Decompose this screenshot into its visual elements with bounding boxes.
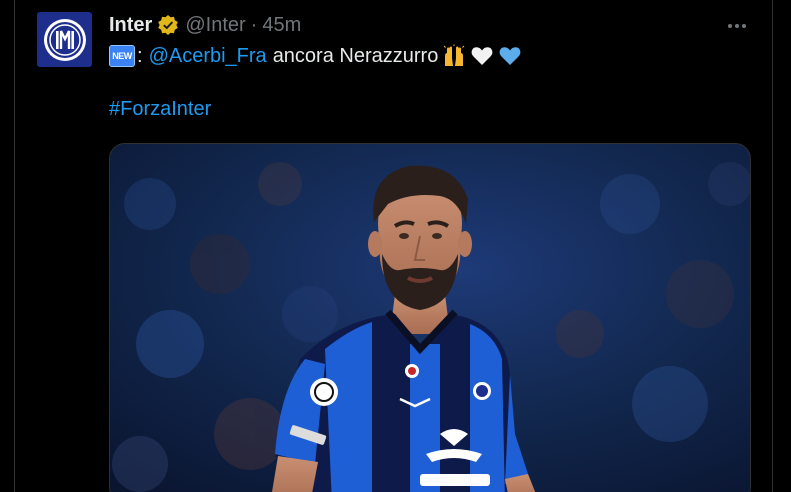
verified-badge-icon[interactable] bbox=[157, 14, 179, 36]
display-name[interactable]: Inter bbox=[109, 14, 152, 37]
colon: : bbox=[137, 44, 143, 67]
dot bbox=[728, 24, 732, 28]
raising-hands-icon bbox=[442, 44, 466, 68]
tweet-text: NEW : @Acerbi_Fra ancora Nerazzurro bbox=[109, 42, 522, 70]
white-heart-icon bbox=[470, 44, 494, 68]
timeline-border-right bbox=[772, 0, 773, 492]
dot bbox=[735, 24, 739, 28]
new-button-emoji-icon: NEW bbox=[109, 45, 135, 67]
hashtag-link[interactable]: #ForzaInter bbox=[109, 98, 211, 121]
inter-logo-icon bbox=[43, 18, 86, 61]
tweet-header: Inter @Inter · 45m bbox=[109, 12, 301, 38]
timestamp[interactable]: 45m bbox=[262, 14, 301, 37]
blue-heart-icon bbox=[498, 44, 522, 68]
more-options-icon[interactable] bbox=[725, 14, 749, 38]
tweet-media-photo[interactable] bbox=[109, 143, 751, 492]
dot bbox=[742, 24, 746, 28]
mention-link[interactable]: @Acerbi_Fra bbox=[149, 45, 267, 68]
tweet-text-body: ancora Nerazzurro bbox=[272, 44, 439, 67]
separator-dot: · bbox=[250, 13, 258, 36]
tweet[interactable]: Inter @Inter · 45m NEW : @Acerbi_Fra anc… bbox=[15, 0, 772, 492]
avatar[interactable] bbox=[37, 12, 92, 67]
handle[interactable]: @Inter bbox=[185, 14, 245, 37]
player-photo bbox=[110, 144, 750, 492]
